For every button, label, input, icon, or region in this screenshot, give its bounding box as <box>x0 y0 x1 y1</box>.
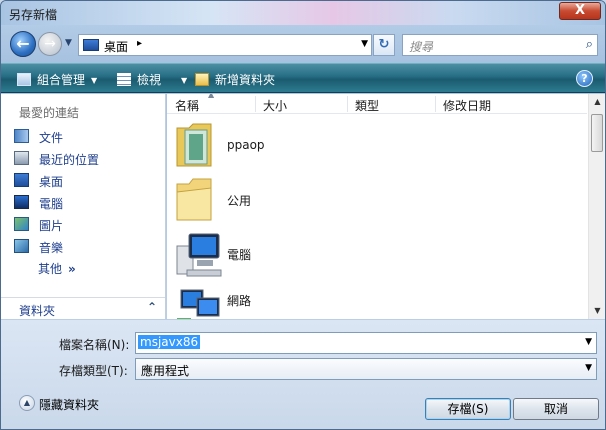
documents-icon <box>14 129 29 143</box>
search-placeholder: 搜尋 <box>409 40 434 54</box>
forward-button[interactable]: → <box>38 32 62 56</box>
column-divider[interactable] <box>347 96 348 112</box>
sort-ascending-icon: ▲ <box>208 94 215 99</box>
computer-icon <box>176 233 222 277</box>
chevron-down-icon[interactable]: ▼ <box>585 337 592 347</box>
list-item[interactable]: 公用 <box>167 172 587 226</box>
list-item[interactable]: ppaop <box>167 118 587 172</box>
column-divider[interactable] <box>255 96 256 112</box>
filename-label: 檔案名稱(N): <box>59 338 130 352</box>
chevron-up-icon: ⌃ <box>146 300 157 314</box>
address-bar[interactable]: 桌面 ▸ ▼ <box>78 34 372 56</box>
column-header-size[interactable]: 大小 <box>263 97 287 114</box>
folders-label: 資料夾 <box>19 304 56 318</box>
column-header-type[interactable]: 類型 <box>355 97 379 114</box>
refresh-icon: ↻ <box>378 37 390 52</box>
nav-link-recent-places[interactable]: 最近的位置 <box>14 150 162 168</box>
chevron-up-icon: ▲ <box>19 395 35 411</box>
save-form: 檔案名稱(N): msjavx86 ▼ 存檔類型(T): 應用程式 ▼ ▲ 隱藏… <box>1 320 605 429</box>
chevron-down-icon: ▼ <box>181 76 188 85</box>
nav-link-documents[interactable]: 文件 <box>14 128 162 146</box>
views-icon <box>117 73 131 86</box>
save-button[interactable]: 存檔(S) <box>425 398 511 420</box>
scroll-down-icon[interactable]: ▼ <box>590 303 605 319</box>
chevron-down-icon[interactable]: ▼ <box>585 363 592 373</box>
filename-input[interactable]: msjavx86 ▼ <box>135 332 597 354</box>
close-button[interactable]: X <box>559 2 601 20</box>
organize-icon <box>17 73 31 86</box>
file-name: 網路 <box>227 294 252 308</box>
command-toolbar: 組合管理 ▼ 檢視 ▼ 新增資料夾 ? <box>1 63 605 93</box>
scroll-up-icon[interactable]: ▲ <box>590 94 605 110</box>
computer-icon <box>14 195 29 209</box>
nav-link-computer[interactable]: 電腦 <box>14 194 162 212</box>
breadcrumb-chevron-icon[interactable]: ▸ <box>137 38 142 49</box>
new-folder-icon <box>195 73 209 86</box>
nav-link-pictures[interactable]: 圖片 <box>14 216 162 234</box>
back-arrow-icon: ← <box>16 34 30 53</box>
column-header-modified[interactable]: 修改日期 <box>443 97 491 114</box>
double-chevron-icon: » <box>68 262 76 276</box>
nav-link-more[interactable]: 其他» <box>38 260 76 277</box>
new-folder-button[interactable]: 新增資料夾 <box>195 71 275 88</box>
help-icon[interactable]: ? <box>576 70 593 87</box>
file-list: 名稱 ▲ 大小 類型 修改日期 ppaop 公用 電腦 網路 ▲ ▼ <box>167 94 605 319</box>
navigation-pane: 最愛的連結 文件 最近的位置 桌面 電腦 圖片 音樂 其他» 資料夾 ⌃ <box>1 94 166 319</box>
hide-folders-label: 隱藏資料夾 <box>39 398 100 412</box>
scrollbar-thumb[interactable] <box>591 114 603 152</box>
forward-arrow-icon: → <box>44 36 56 52</box>
search-icon[interactable]: ⌕ <box>586 37 593 52</box>
file-name: ppaop <box>227 138 265 152</box>
file-name: 公用 <box>227 194 252 208</box>
favorite-links-heading: 最愛的連結 <box>19 106 80 120</box>
column-header-name[interactable]: 名稱 <box>175 97 199 114</box>
search-box[interactable]: 搜尋 ⌕ <box>402 34 598 56</box>
music-icon <box>14 239 29 253</box>
list-item[interactable]: 電腦 <box>167 226 587 280</box>
filename-value[interactable]: msjavx86 <box>138 335 201 349</box>
views-button[interactable]: 檢視 ▼ <box>117 71 187 88</box>
column-header-row: 名稱 ▲ 大小 類型 修改日期 <box>167 94 587 114</box>
navigation-row: ← → ▼ 桌面 ▸ ▼ ↻ 搜尋 ⌕ <box>1 29 605 61</box>
vertical-scrollbar[interactable]: ▲ ▼ <box>588 94 605 319</box>
nav-link-desktop[interactable]: 桌面 <box>14 172 162 190</box>
window-title: 另存新檔 <box>9 8 58 22</box>
title-bar[interactable]: 另存新檔 X <box>1 1 605 25</box>
address-location[interactable]: 桌面 <box>104 38 128 55</box>
organize-button[interactable]: 組合管理 ▼ <box>17 71 97 88</box>
filetype-select[interactable]: 應用程式 ▼ <box>135 358 597 380</box>
pictures-icon <box>14 217 29 231</box>
desktop-icon <box>83 39 99 51</box>
recent-places-icon <box>14 151 29 165</box>
address-dropdown-icon[interactable]: ▼ <box>361 39 368 49</box>
nav-link-music[interactable]: 音樂 <box>14 238 162 256</box>
history-dropdown-icon[interactable]: ▼ <box>65 38 72 48</box>
folder-icon <box>176 178 212 221</box>
filetype-value: 應用程式 <box>141 364 190 378</box>
back-button[interactable]: ← <box>10 31 36 57</box>
save-as-dialog: 另存新檔 X ← → ▼ 桌面 ▸ ▼ ↻ 搜尋 ⌕ 組合管理 ▼ 檢視 ▼ 新… <box>0 0 606 430</box>
list-item[interactable]: 網路 <box>167 280 587 319</box>
file-name: 電腦 <box>227 248 252 262</box>
refresh-button[interactable]: ↻ <box>373 34 395 56</box>
folders-toggle[interactable]: 資料夾 ⌃ <box>1 297 165 319</box>
folder-file-icon <box>176 123 212 167</box>
desktop-icon <box>14 173 29 187</box>
chevron-down-icon: ▼ <box>91 76 98 85</box>
column-divider[interactable] <box>435 96 436 112</box>
filetype-label: 存檔類型(T): <box>59 364 128 378</box>
network-icon <box>177 289 220 319</box>
cancel-button[interactable]: 取消 <box>513 398 599 420</box>
